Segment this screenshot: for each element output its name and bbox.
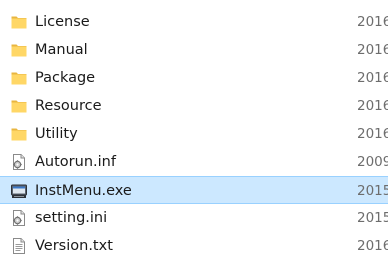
settings-file-icon [10,153,28,171]
file-date: 2016 [357,98,388,114]
folder-icon [10,125,28,143]
file-name: Utility [35,126,78,142]
file-row-instmenu-exe[interactable]: InstMenu.exe 2015 [0,176,388,204]
file-date: 2016 [357,14,388,30]
file-date: 2015 [357,183,388,199]
file-list: License 2016 Manual 2016 Package 2016 Re… [0,0,388,254]
folder-icon [10,97,28,115]
file-name: License [35,14,90,30]
file-name: Resource [35,98,102,114]
file-name: Manual [35,42,88,58]
file-row-utility[interactable]: Utility 2016 [0,120,388,148]
folder-icon [10,41,28,59]
file-date: 2016 [357,126,388,142]
folder-icon [10,69,28,87]
file-date: 2009 [357,154,388,170]
file-name: Version.txt [35,238,113,254]
folder-icon [10,13,28,31]
file-date: 2016 [357,238,388,254]
file-row-resource[interactable]: Resource 2016 [0,92,388,120]
file-row-license[interactable]: License 2016 [0,8,388,36]
file-row-setting-ini[interactable]: setting.ini 2015 [0,204,388,232]
file-date: 2015 [357,210,388,226]
file-name: setting.ini [35,210,108,226]
file-name: Autorun.inf [35,154,116,170]
file-row-autorun-inf[interactable]: Autorun.inf 2009 [0,148,388,176]
file-row-manual[interactable]: Manual 2016 [0,36,388,64]
settings-file-icon [10,209,28,227]
text-file-icon [10,237,28,254]
file-date: 2016 [357,70,388,86]
file-date: 2016 [357,42,388,58]
file-row-version-txt[interactable]: Version.txt 2016 [0,232,388,254]
file-name: InstMenu.exe [35,183,132,199]
file-row-package[interactable]: Package 2016 [0,64,388,92]
application-icon [10,182,28,200]
file-name: Package [35,70,96,86]
